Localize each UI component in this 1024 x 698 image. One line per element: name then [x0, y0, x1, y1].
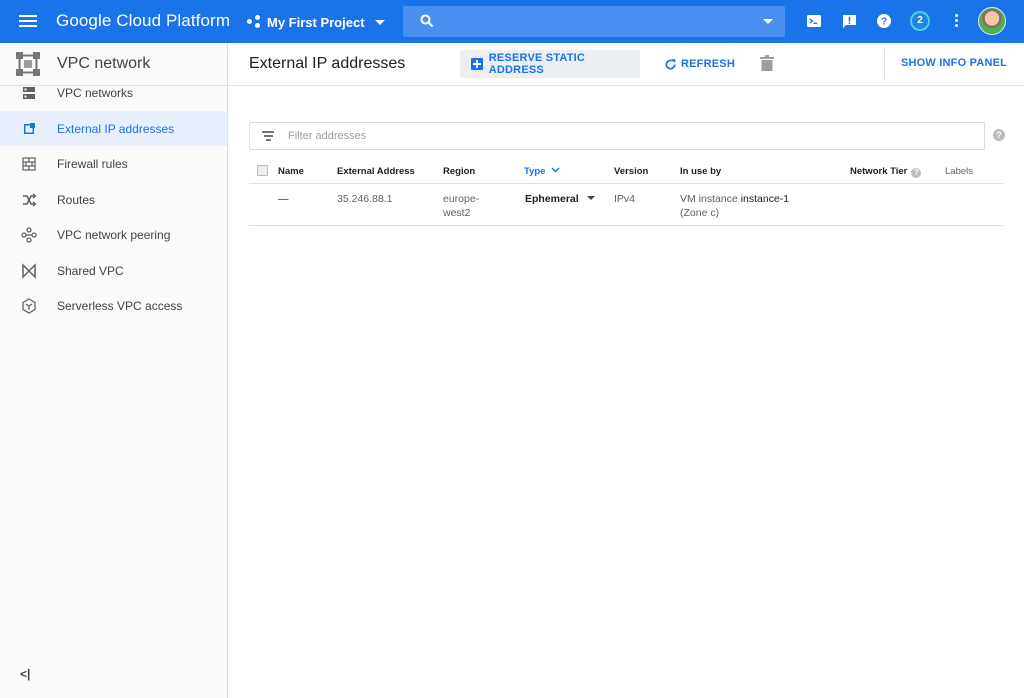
refresh-label: REFRESH [681, 58, 735, 70]
table-row: — 35.246.88.1 europe- west2 Ephemeral IP… [249, 184, 1003, 226]
sidebar-item-vpc-networks[interactable]: VPC networks [0, 75, 227, 111]
notifications-badge[interactable]: 2 [910, 11, 930, 31]
cell-name: — [278, 193, 289, 205]
reserve-static-address-button[interactable]: RESERVE STATIC ADDRESS [460, 50, 640, 78]
project-dots-icon [247, 15, 261, 29]
column-header-region[interactable]: Region [443, 166, 475, 177]
search-input[interactable] [403, 6, 785, 37]
filter-placeholder: Filter addresses [288, 130, 367, 142]
refresh-icon [665, 58, 676, 70]
trash-icon [760, 55, 774, 71]
svg-text:?: ? [881, 17, 887, 28]
column-header-network-tier[interactable]: Network Tier? [850, 166, 922, 178]
sidebar-item-routes[interactable]: Routes [0, 182, 227, 218]
sidebar-item-label: VPC networks [57, 86, 134, 100]
show-info-panel-button[interactable]: SHOW INFO PANEL [901, 57, 1007, 69]
search-icon [420, 14, 434, 28]
help-icon[interactable]: ? [874, 11, 894, 31]
filter-input[interactable]: Filter addresses [249, 122, 985, 150]
cell-region: europe- west2 [443, 192, 479, 220]
column-header-external-address[interactable]: External Address [337, 166, 415, 177]
cell-in-use-by: VM instance instance-1 (Zone c) [680, 192, 789, 220]
sidebar-item-label: VPC network peering [57, 228, 171, 242]
firewall-icon [22, 157, 36, 171]
chevron-down-icon [586, 196, 595, 200]
serverless-icon [22, 298, 36, 314]
cell-region-line2: west2 [443, 207, 471, 219]
filter-help-icon[interactable]: ? [993, 129, 1005, 141]
more-options-icon[interactable] [951, 12, 961, 30]
in-use-zone: (Zone c) [680, 207, 720, 219]
sidebar-item-shared-vpc[interactable]: Shared VPC [0, 253, 227, 289]
sidebar-item-label: Serverless VPC access [57, 299, 183, 313]
project-name: My First Project [267, 14, 365, 30]
sidebar-item-external-ip-addresses[interactable]: External IP addresses [0, 110, 227, 146]
cell-version: IPv4 [614, 193, 636, 205]
sidebar-item-label: Routes [57, 192, 96, 207]
avatar[interactable] [978, 7, 1006, 35]
page-title: External IP addresses [249, 55, 406, 72]
instance-link[interactable]: instance-1 [741, 193, 789, 205]
project-selector[interactable]: My First Project [247, 12, 385, 32]
column-header-version[interactable]: Version [614, 166, 648, 177]
table-header-row: Name External Address Region Type Versio… [249, 157, 1003, 184]
feedback-icon[interactable] [839, 11, 859, 31]
select-all-checkbox[interactable] [257, 165, 268, 176]
shared-vpc-icon [22, 262, 36, 279]
sidebar: VPC network VPC networks External IP add… [0, 43, 228, 698]
type-select[interactable]: Ephemeral [525, 192, 595, 206]
sidebar-item-label: External IP addresses [57, 121, 175, 136]
page-header: External IP addresses RESERVE STATIC ADD… [228, 43, 1024, 86]
column-header-in-use-by[interactable]: In use by [680, 166, 721, 177]
search-dropdown-icon[interactable] [763, 19, 773, 24]
cell-region-line1: europe- [443, 193, 480, 205]
sidebar-item-vpc-network-peering[interactable]: VPC network peering [0, 217, 227, 253]
refresh-button[interactable]: REFRESH [664, 50, 735, 78]
in-use-prefix: VM instance [680, 193, 741, 205]
type-select-value: Ephemeral [525, 193, 579, 205]
chevron-down-icon [374, 19, 385, 25]
column-header-type-label: Type [524, 166, 546, 177]
collapse-sidebar-button[interactable]: <| [20, 667, 30, 681]
delete-button[interactable] [760, 55, 776, 73]
sidebar-item-serverless-vpc-access[interactable]: Serverless VPC access [0, 288, 227, 324]
column-header-type[interactable]: Type [524, 166, 560, 177]
header-divider [884, 49, 885, 79]
reserve-label: RESERVE STATIC ADDRESS [488, 52, 586, 76]
vpc-networks-icon [23, 87, 35, 99]
column-header-labels: Labels [945, 166, 973, 177]
routes-icon [23, 192, 37, 207]
sidebar-item-firewall-rules[interactable]: Firewall rules [0, 146, 227, 182]
external-ip-icon [24, 122, 35, 134]
cell-external-address: 35.246.88.1 [337, 193, 393, 205]
column-header-name[interactable]: Name [278, 166, 304, 177]
cloud-shell-icon[interactable] [804, 11, 824, 31]
filter-list-icon [262, 131, 274, 141]
addresses-table: Name External Address Region Type Versio… [249, 157, 1003, 226]
sidebar-item-label: Shared VPC [57, 263, 124, 278]
column-header-network-tier-label: Network Tier [850, 166, 908, 177]
sidebar-item-label: Firewall rules [57, 157, 128, 171]
add-box-icon [471, 58, 483, 70]
network-tier-help-icon[interactable]: ? [911, 168, 922, 178]
peering-icon [21, 227, 37, 243]
sort-descending-icon [551, 167, 560, 173]
